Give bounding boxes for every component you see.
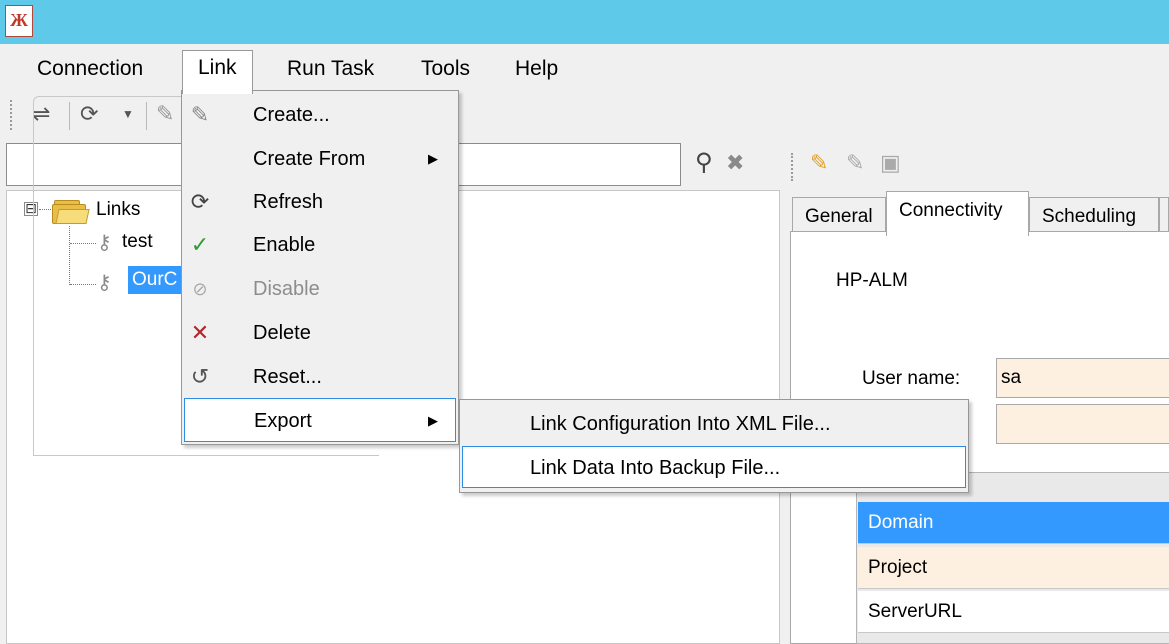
grid-row-serverurl[interactable]: ServerURL (858, 591, 1169, 633)
password-field[interactable] (996, 404, 1169, 444)
submenu-arrow-icon: ▶ (428, 151, 438, 166)
title-bar: Ж (0, 0, 1169, 44)
edit-icon[interactable]: ✎ (810, 148, 828, 178)
menu-item-enable[interactable]: ✓ Enable (182, 223, 458, 267)
menu-help[interactable]: Help (515, 52, 558, 86)
app-logo-icon: Ж (5, 5, 33, 37)
submenu-arrow-icon: ▶ (428, 413, 438, 428)
menu-item-export[interactable]: Export ▶ (184, 398, 456, 442)
grid-row-domain[interactable]: Domain (858, 502, 1169, 544)
check-icon: ✓ (190, 232, 210, 257)
menu-link[interactable]: Link (182, 50, 253, 94)
username-label: User name: (862, 368, 961, 389)
create-icon: ✎ (190, 102, 210, 127)
search-icon[interactable]: ⚲ (695, 148, 713, 178)
menu-item-reset[interactable]: ↺ Reset... (182, 355, 458, 399)
menu-item-export-backup[interactable]: Link Data Into Backup File... (462, 446, 966, 488)
tab-overflow[interactable] (1159, 197, 1169, 235)
tab-general[interactable]: General (792, 197, 886, 235)
menu-item-delete[interactable]: ✕ Delete (182, 311, 458, 355)
group-title: HP-ALM (833, 269, 911, 293)
disable-icon: ⊘ (192, 279, 208, 299)
menu-item-label: Export (254, 410, 312, 432)
menu-item-label: Create... (253, 104, 330, 126)
username-field[interactable]: sa (996, 358, 1169, 398)
menu-item-export-xml[interactable]: Link Configuration Into XML File... (462, 403, 966, 445)
reset-icon: ↺ (190, 364, 210, 389)
grid-row-project[interactable]: Project (858, 547, 1169, 589)
menu-item-refresh[interactable]: ⟳ Refresh (182, 180, 458, 224)
menu-item-label: Delete (253, 322, 311, 344)
details-toolbar: ✎ ✎ ▣ (780, 143, 1169, 189)
export-submenu: Link Configuration Into XML File... Link… (459, 399, 969, 493)
link-menu-dropdown: ✎ Create... Create From ▶ ⟳ Refresh ✓ En… (181, 90, 459, 445)
menu-item-label: Link Configuration Into XML File... (530, 413, 831, 435)
menu-connection[interactable]: Connection (37, 52, 143, 86)
menu-tools[interactable]: Tools (421, 52, 470, 86)
menu-item-disable[interactable]: ⊘ Disable (182, 267, 458, 311)
save-icon[interactable]: ▣ (880, 148, 901, 178)
menu-run-task[interactable]: Run Task (287, 52, 374, 86)
menu-item-label: Disable (253, 278, 320, 300)
tab-connectivity[interactable]: Connectivity (886, 191, 1029, 236)
menu-item-label: Link Data Into Backup File... (530, 457, 781, 479)
refresh-icon: ⟳ (190, 189, 210, 214)
tab-scheduling[interactable]: Scheduling (1029, 197, 1159, 235)
menu-item-label: Create From (253, 148, 366, 170)
menu-item-create[interactable]: ✎ Create... (182, 93, 458, 137)
menu-item-label: Enable (253, 234, 316, 256)
toolbar-grip[interactable] (10, 100, 13, 130)
clear-icon[interactable]: ✖ (726, 148, 744, 178)
menu-bar: Connection Link Run Task Tools Help (0, 44, 1169, 94)
edit-disabled-icon[interactable]: ✎ (846, 148, 864, 178)
menu-item-create-from[interactable]: Create From ▶ (182, 137, 458, 181)
menu-item-label: Refresh (253, 191, 324, 213)
menu-item-label: Reset... (253, 366, 322, 388)
toolbar-grip[interactable] (791, 153, 794, 181)
delete-icon: ✕ (190, 320, 210, 345)
